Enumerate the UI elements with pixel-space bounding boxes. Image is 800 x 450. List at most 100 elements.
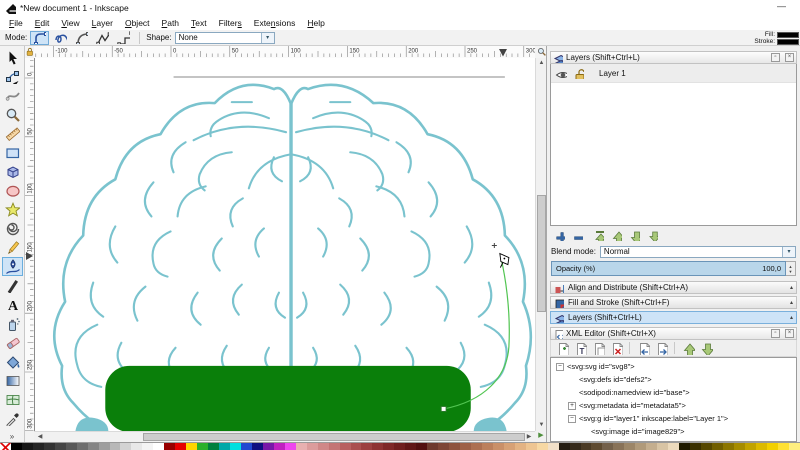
palette-swatch[interactable]	[789, 443, 800, 450]
xml-tree-node[interactable]: <svg:image id="image829">	[554, 425, 796, 438]
menu-extensions[interactable]: Extensions	[248, 18, 302, 28]
spray-tool[interactable]	[2, 314, 23, 333]
palette-swatch[interactable]	[131, 443, 142, 450]
palette-swatch[interactable]	[438, 443, 449, 450]
mode-spiro-button[interactable]	[51, 31, 70, 45]
palette-swatch[interactable]	[296, 443, 307, 450]
opacity-spinner[interactable]: ▲ ▼	[786, 261, 796, 276]
palette-swatch[interactable]	[745, 443, 756, 450]
palette-swatch[interactable]	[252, 443, 263, 450]
palette-swatch[interactable]	[581, 443, 592, 450]
vertical-scroll-thumb[interactable]	[537, 195, 546, 312]
palette-swatch[interactable]	[504, 443, 515, 450]
layer-row[interactable]: Layer 1	[551, 64, 796, 83]
xml-unindent-node-button[interactable]	[635, 341, 651, 356]
palette-swatch[interactable]	[427, 443, 438, 450]
xml-tree-node[interactable]: −<svg:svg id="svg8">	[554, 360, 796, 373]
palette-swatch[interactable]	[416, 443, 427, 450]
palette-swatch[interactable]	[712, 443, 723, 450]
palette-swatch[interactable]	[668, 443, 679, 450]
drawing-canvas[interactable]	[34, 58, 535, 431]
palette-swatch[interactable]	[219, 443, 230, 450]
palette-swatch[interactable]	[351, 443, 362, 450]
palette-swatch[interactable]	[99, 443, 110, 450]
visibility-eye-icon[interactable]	[555, 67, 567, 79]
layer-name[interactable]: Layer 1	[599, 69, 626, 78]
ellipse-tool[interactable]	[2, 181, 23, 200]
star-tool[interactable]	[2, 200, 23, 219]
palette-swatch[interactable]	[186, 443, 197, 450]
palette-swatch[interactable]	[383, 443, 394, 450]
palette-swatch[interactable]	[263, 443, 274, 450]
palette-swatch[interactable]	[77, 443, 88, 450]
xml-new-text-node-button[interactable]	[572, 341, 588, 356]
palette-swatch[interactable]	[329, 443, 340, 450]
palette-none-swatch[interactable]	[0, 443, 11, 450]
collapse-icon[interactable]: ▴	[790, 284, 793, 291]
expand-node-icon[interactable]: +	[568, 402, 576, 410]
palette-swatch[interactable]	[33, 443, 44, 450]
xml-new-element-node-button[interactable]	[554, 341, 570, 356]
mode-paraxial-button[interactable]	[114, 31, 133, 45]
layer-to-bottom-button[interactable]	[645, 228, 660, 242]
palette-swatch[interactable]	[361, 443, 372, 450]
menu-layer[interactable]: Layer	[86, 18, 119, 28]
palette-swatch[interactable]	[602, 443, 613, 450]
palette-swatch[interactable]	[230, 443, 241, 450]
remove-layer-button[interactable]	[570, 228, 585, 242]
palette-swatch[interactable]	[701, 443, 712, 450]
minimize-button[interactable]: —	[777, 1, 786, 11]
xml-tree-node[interactable]: <sodipodi:namedview id="base">	[554, 386, 796, 399]
spin-down-icon[interactable]: ▼	[786, 269, 795, 274]
dock-close-button[interactable]: ×	[785, 329, 794, 338]
palette-swatch[interactable]	[208, 443, 219, 450]
xml-tree-node[interactable]: −<svg:g id="layer1" inkscape:label="Laye…	[554, 412, 796, 425]
palette-swatch[interactable]	[153, 443, 164, 450]
collapse-node-icon[interactable]: −	[556, 363, 564, 371]
palette-swatch[interactable]	[55, 443, 66, 450]
measure-tool[interactable]	[2, 124, 23, 143]
palette-swatch[interactable]	[646, 443, 657, 450]
calligraphy-tool[interactable]	[2, 276, 23, 295]
palette-swatch[interactable]	[164, 443, 175, 450]
palette-swatch[interactable]	[723, 443, 734, 450]
xml-duplicate-node-button[interactable]	[590, 341, 606, 356]
scroll-left-button[interactable]: ◀	[34, 432, 46, 442]
palette-swatch[interactable]	[767, 443, 778, 450]
palette-swatch[interactable]	[482, 443, 493, 450]
palette-swatch[interactable]	[340, 443, 351, 450]
dock-layers-header[interactable]: Layers (Shift+Ctrl+L)▴	[550, 311, 797, 324]
xml-tree-node[interactable]: <svg:defs id="defs2">	[554, 373, 796, 386]
mode-polyline-button[interactable]	[93, 31, 112, 45]
palette-swatch[interactable]	[88, 443, 99, 450]
xml-raise-node-button[interactable]	[680, 341, 696, 356]
palette-swatch[interactable]	[175, 443, 186, 450]
palette-swatch[interactable]	[734, 443, 745, 450]
zoom-tool[interactable]	[2, 105, 23, 124]
collapse-node-icon[interactable]: −	[568, 415, 576, 423]
vertical-scroll-track[interactable]	[536, 69, 547, 420]
vertical-scrollbar[interactable]: ▲ ▼	[535, 58, 547, 431]
layer-lower-button[interactable]	[627, 228, 642, 242]
rect-tool[interactable]	[2, 143, 23, 162]
eraser-tool[interactable]	[2, 333, 23, 352]
palette-swatch[interactable]	[548, 443, 559, 450]
palette-swatch[interactable]	[197, 443, 208, 450]
palette-swatch[interactable]	[559, 443, 570, 450]
menu-filters[interactable]: Filters	[213, 18, 248, 28]
box3d-tool[interactable]	[2, 162, 23, 181]
lock-open-icon[interactable]	[572, 67, 584, 79]
palette-swatch[interactable]	[493, 443, 504, 450]
node-tool[interactable]	[2, 67, 23, 86]
palette-swatch[interactable]	[120, 443, 131, 450]
opacity-slider[interactable]: Opacity (%) 100,0	[551, 261, 786, 276]
palette-swatch[interactable]	[285, 443, 296, 450]
green-rectangle-shape[interactable]	[105, 366, 470, 431]
palette-swatch[interactable]	[241, 443, 252, 450]
palette-swatch[interactable]	[756, 443, 767, 450]
dropper-tool[interactable]	[2, 409, 23, 428]
xml-tree[interactable]: −<svg:svg id="svg8"><svg:defs id="defs2"…	[550, 357, 797, 442]
fill-swatch[interactable]	[777, 32, 799, 38]
tweak-tool[interactable]	[2, 86, 23, 105]
palette-swatch[interactable]	[657, 443, 668, 450]
